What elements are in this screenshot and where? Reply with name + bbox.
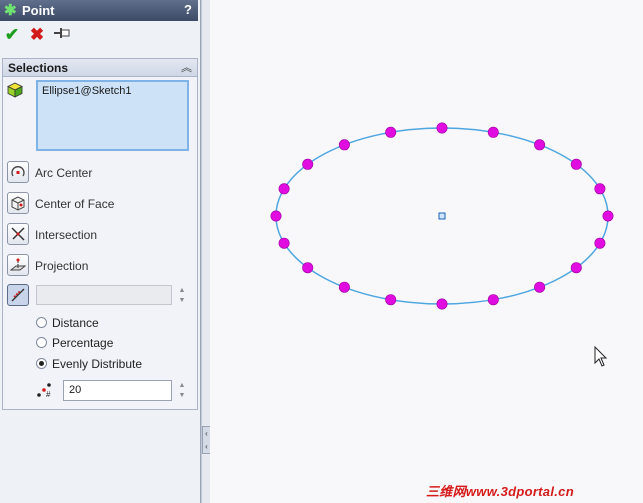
point-count-input[interactable]: 20 (63, 380, 172, 401)
evenly-distribute-radio-label: Evenly Distribute (52, 357, 143, 371)
selection-item[interactable]: Ellipse1@Sketch1 (42, 85, 131, 97)
distance-radio-label: Distance (52, 316, 99, 330)
collapse-icon[interactable]: ︽ (181, 59, 192, 75)
projection-button[interactable] (7, 254, 29, 276)
distance-radio[interactable] (36, 317, 47, 328)
center-of-face-button[interactable] (7, 192, 29, 214)
intersection-icon (11, 227, 25, 241)
action-bar: ✔ ✖ (0, 22, 198, 50)
intersection-button[interactable] (7, 223, 29, 245)
projection-label: Projection (35, 259, 89, 273)
point-count-spinner[interactable]: ▲ ▼ (176, 381, 188, 401)
evenly-distribute-radio[interactable] (36, 358, 47, 369)
distance-direction-button[interactable] (7, 284, 29, 306)
point-feature-icon: ✱ (4, 2, 17, 19)
ok-button[interactable]: ✔ (2, 25, 22, 45)
watermark: 三维网www.3dportal.cn (426, 484, 574, 499)
center-of-face-label: Center of Face (35, 197, 115, 211)
percentage-radio[interactable] (36, 337, 47, 348)
selections-title: Selections (8, 61, 69, 75)
arc-center-label: Arc Center (35, 166, 93, 180)
selections-header[interactable]: Selections ︽ (3, 59, 197, 77)
distance-icon (11, 288, 25, 302)
center-of-face-icon (11, 196, 25, 211)
distance-input[interactable] (36, 285, 172, 305)
projection-icon (10, 258, 26, 271)
selection-list[interactable]: Ellipse1@Sketch1 (36, 80, 189, 151)
mouse-cursor-icon (594, 345, 608, 371)
percentage-radio-label: Percentage (52, 336, 114, 350)
pin-icon[interactable] (52, 25, 72, 45)
point-count-icon: # (36, 382, 56, 399)
cancel-button[interactable]: ✖ (27, 25, 47, 45)
graphics-area[interactable] (210, 0, 643, 503)
help-button[interactable]: ? (184, 2, 192, 17)
intersection-label: Intersection (35, 228, 98, 242)
entity-cube-icon (7, 82, 23, 98)
svg-text:#: # (46, 390, 51, 398)
arc-center-button[interactable] (7, 161, 29, 183)
distance-spinner[interactable]: ▲ ▼ (176, 286, 188, 306)
point-count-value: 20 (69, 384, 82, 396)
panel-title-bar: ✱ Point ? (0, 0, 198, 21)
property-manager: ✱ Point ? ✔ ✖ Selections ︽ Ellipse1@Sket… (0, 0, 201, 503)
panel-title: Point (22, 3, 55, 18)
arc-center-icon (11, 166, 25, 177)
